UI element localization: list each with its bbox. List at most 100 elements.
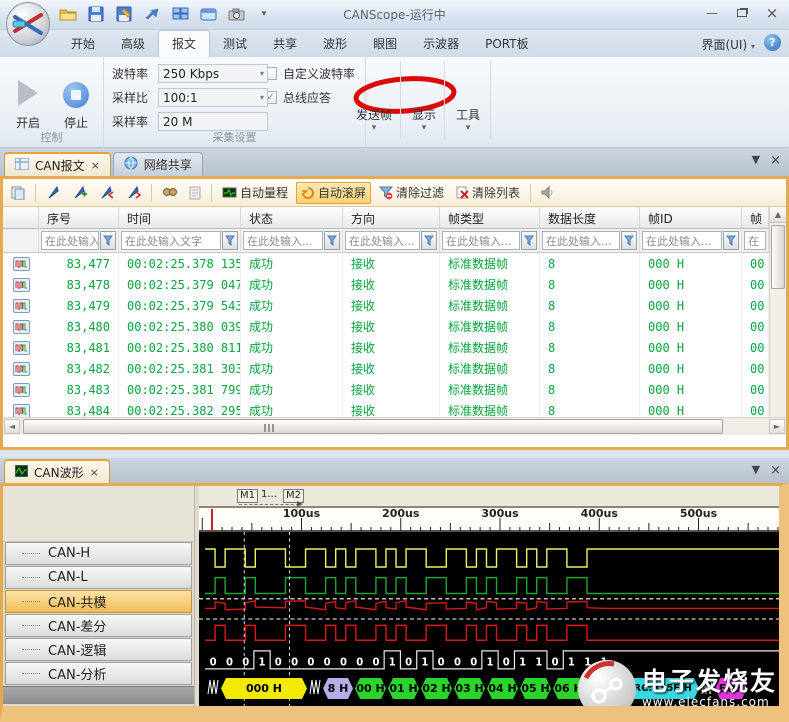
filter-input[interactable]: 在此处输入...	[542, 231, 620, 250]
close-tab-icon[interactable]: ×	[91, 159, 100, 172]
scroll-right-icon[interactable]: ►	[769, 419, 785, 434]
filter-funnel-icon[interactable]	[222, 231, 238, 250]
display-button[interactable]: 显示 ▾	[402, 61, 446, 139]
filter-funnel-icon[interactable]	[100, 231, 116, 250]
custom-baud-checkbox[interactable]: 自定义波特率	[264, 65, 355, 82]
filter-input[interactable]: 在此处输入...	[41, 231, 99, 250]
stop-button[interactable]: 停止	[54, 61, 98, 139]
tab-can-waveform[interactable]: CAN波形 ×	[4, 459, 110, 483]
table-row[interactable]: 83,480 00:02:25.380 039 成功 接收 标准数据帧 8 000 H 00	[3, 316, 769, 337]
pane-menu-icon[interactable]: ▼	[752, 153, 760, 168]
marker-m1[interactable]: M1	[237, 489, 258, 503]
scroll-up-icon[interactable]: ▲	[770, 207, 786, 223]
column-header-seq[interactable]: 序号	[39, 207, 119, 229]
filter-funnel-icon[interactable]	[723, 231, 739, 250]
vertical-scrollbar[interactable]: ▲	[769, 207, 786, 417]
pane-close-icon[interactable]: ×	[770, 463, 781, 478]
column-header-fid[interactable]: 帧ID	[640, 207, 742, 229]
scroll-left-icon[interactable]: ◄	[4, 419, 20, 434]
ribbon-tab-8[interactable]: 示波器	[410, 31, 472, 57]
frame-waveform-icon[interactable]	[12, 319, 30, 334]
send-frame-button[interactable]: 发送帧 ▾	[352, 61, 396, 139]
channel-button-can-[interactable]: CAN-分析	[5, 662, 192, 685]
pane-close-icon[interactable]: ×	[770, 153, 781, 168]
filter-input[interactable]: 在此处输入...	[442, 231, 520, 250]
frame-waveform-icon[interactable]	[12, 361, 30, 376]
ribbon-tab-7[interactable]: 眼图	[360, 31, 410, 57]
column-header-icon[interactable]	[3, 207, 39, 229]
filter-input[interactable]: 在此处输入...	[345, 231, 420, 250]
table-row[interactable]: 83,483 00:02:25.381 799 成功 接收 标准数据帧 8 000 H 00	[3, 379, 769, 400]
table-row[interactable]: 83,478 00:02:25.379 047 成功 接收 标准数据帧 8 000 H 00	[3, 274, 769, 295]
frame-waveform-icon[interactable]	[12, 382, 30, 397]
ribbon-tab-1[interactable]: 开始	[58, 31, 108, 57]
horizontal-scrollbar[interactable]: ◄ ►	[3, 417, 786, 435]
filter-input[interactable]: 在此处输入...	[243, 231, 323, 250]
frame-waveform-icon[interactable]	[12, 298, 30, 313]
pane-menu-icon[interactable]: ▼	[752, 463, 760, 478]
field-value-dropdown[interactable]: 100:1 ▾	[158, 88, 268, 107]
search-icon[interactable]	[158, 182, 181, 204]
ribbon-tab-9[interactable]: PORT板	[472, 31, 541, 57]
channel-button-can-l[interactable]: CAN-L	[5, 566, 192, 589]
channel-button-can-[interactable]: CAN-逻辑	[5, 638, 192, 661]
restore-button[interactable]	[733, 6, 751, 20]
vertical-scroll-thumb[interactable]	[771, 225, 785, 289]
ui-menu[interactable]: 界面(UI) ▾	[701, 36, 755, 53]
chevron-down-icon[interactable]: ▾	[260, 69, 264, 78]
filter-input[interactable]: 在	[744, 231, 766, 250]
cursor-marker-icon[interactable]	[42, 182, 64, 204]
channel-button-can-[interactable]: CAN-共模	[5, 590, 192, 613]
auto-scroll-button[interactable]: 自动滚屏	[296, 181, 372, 204]
close-button[interactable]: ×	[763, 4, 781, 22]
tools-button[interactable]: 工具 ▾	[446, 61, 490, 139]
field-value-dropdown[interactable]: 250 Kbps ▾	[158, 64, 268, 83]
column-header-dlc[interactable]: 数据长度	[540, 207, 640, 229]
chevron-down-icon[interactable]: ▾	[260, 93, 264, 102]
clear-list-button[interactable]: 清除列表	[452, 182, 524, 204]
column-header-status[interactable]: 状态	[241, 207, 343, 229]
filter-funnel-icon[interactable]	[621, 231, 637, 250]
filter-input[interactable]: 在此处输入...	[642, 231, 722, 250]
tab-can-messages[interactable]: CAN报文 ×	[4, 152, 111, 176]
oscilloscope-view[interactable]: 0001000000010100010110111 000 H8 H00 H01…	[199, 532, 779, 706]
column-header-dir[interactable]: 方向	[343, 207, 440, 229]
tab-network-share[interactable]: 网络共享	[112, 152, 203, 176]
filter-funnel-icon[interactable]	[324, 231, 340, 250]
close-tab-icon[interactable]: ×	[90, 466, 99, 479]
clear-filter-button[interactable]: 清除过滤	[375, 182, 448, 204]
table-row[interactable]: 83,479 00:02:25.379 543 成功 接收 标准数据帧 8 000 H 00	[3, 295, 769, 316]
table-row[interactable]: 83,482 00:02:25.381 303 成功 接收 标准数据帧 8 000 H 00	[3, 358, 769, 379]
frame-waveform-icon[interactable]	[12, 256, 30, 271]
table-row[interactable]: 83,484 00:02:25.382 295 成功 接收 标准数据帧 8 000 H 00	[3, 400, 769, 417]
column-header-fdata[interactable]: 帧	[742, 207, 769, 229]
add-marker-icon[interactable]	[68, 182, 91, 204]
channel-button-can-h[interactable]: CAN-H	[5, 542, 192, 565]
ribbon-tab-4[interactable]: 测试	[210, 31, 260, 57]
help-button[interactable]: ?	[764, 34, 781, 51]
column-header-ftype[interactable]: 帧类型	[440, 207, 540, 229]
frame-waveform-icon[interactable]	[12, 277, 30, 292]
ribbon-tab-5[interactable]: 共享	[260, 31, 310, 57]
speaker-icon[interactable]	[537, 182, 559, 204]
prev-marker-icon[interactable]	[95, 182, 118, 204]
ribbon-tab-3[interactable]: 报文	[158, 30, 211, 57]
time-ruler[interactable]: 100us 200us 300us 400us 500us	[199, 507, 779, 532]
ribbon-tab-2[interactable]: 高级	[108, 31, 158, 57]
minimize-button[interactable]: —	[703, 6, 721, 20]
frame-waveform-icon[interactable]	[12, 403, 30, 417]
column-header-time[interactable]: 时间	[119, 207, 241, 229]
table-row[interactable]: 83,477 00:02:25.378 135 成功 接收 标准数据帧 8 000 H 00	[3, 253, 769, 274]
frame-waveform-icon[interactable]	[12, 340, 30, 355]
next-marker-icon[interactable]	[122, 182, 145, 204]
filter-funnel-icon[interactable]	[421, 231, 437, 250]
table-row[interactable]: 83,481 00:02:25.380 811 成功 接收 标准数据帧 8 000 H 00	[3, 337, 769, 358]
marker-mid[interactable]: 1...	[259, 489, 279, 501]
ribbon-tab-6[interactable]: 波形	[310, 31, 360, 57]
horizontal-scroll-thumb[interactable]	[23, 419, 723, 434]
filter-input[interactable]: 在此处输入文字	[121, 231, 221, 250]
filter-funnel-icon[interactable]	[521, 231, 537, 250]
auto-range-button[interactable]: 自动量程	[218, 182, 292, 204]
field-value-dropdown[interactable]: 20 M	[158, 112, 268, 131]
start-button[interactable]: 开启	[6, 61, 50, 139]
